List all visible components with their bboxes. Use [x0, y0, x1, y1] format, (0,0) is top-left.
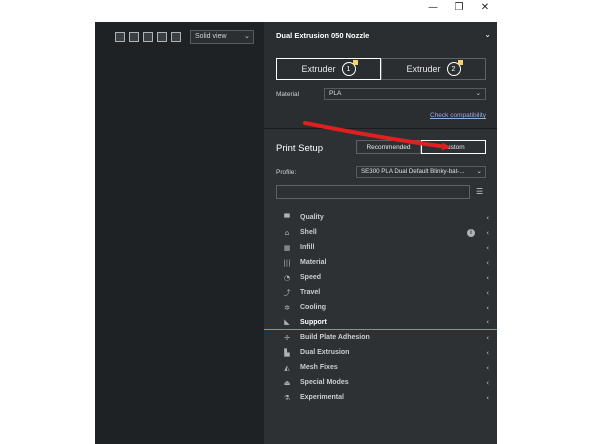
chevron-down-icon[interactable]: ⌄ — [484, 30, 491, 39]
adhesion-icon: ✛ — [284, 333, 290, 342]
custom-button[interactable]: Custom — [421, 140, 486, 154]
material-icon: ||| — [283, 258, 291, 267]
view-front-icon[interactable] — [129, 32, 139, 42]
category-quality[interactable]: ▀ Quality ‹ — [264, 210, 497, 225]
category-material[interactable]: ||| Material ‹ — [264, 255, 497, 270]
view-top-icon[interactable] — [143, 32, 153, 42]
category-label: Special Modes — [300, 379, 349, 386]
category-label: Speed — [300, 274, 322, 281]
category-cooling[interactable]: ✲ Cooling ‹ — [264, 300, 497, 315]
minimize-button[interactable]: — — [420, 0, 446, 14]
travel-icon: ⤴ — [283, 288, 291, 297]
infill-icon: ▦ — [283, 243, 291, 252]
extruder-number-badge: 1 — [341, 60, 358, 76]
maximize-button[interactable]: ❐ — [446, 0, 472, 14]
category-label: Travel — [300, 289, 321, 296]
shell-icon: ⌂ — [284, 228, 290, 237]
window-titlebar: — ❐ ✕ — [0, 0, 592, 22]
category-travel[interactable]: ⤴ Travel ‹ — [264, 285, 497, 300]
chevron-down-icon: ⌄ — [475, 90, 481, 97]
tab-extruder-1[interactable]: Extruder 1 — [276, 58, 381, 80]
support-icon: ◣ — [284, 318, 290, 326]
printer-title: Dual Extrusion 050 Nozzle — [276, 31, 370, 40]
category-experimental[interactable]: ⚗ Experimental ‹ — [264, 390, 497, 405]
category-special-modes[interactable]: ⏏ Special Modes ‹ — [264, 375, 497, 390]
category-label: Cooling — [300, 304, 327, 311]
hamburger-menu-icon[interactable]: ☰ — [476, 187, 483, 196]
setup-mode-toggle: Recommended Custom — [356, 140, 486, 154]
category-label: Mesh Fixes — [300, 364, 338, 371]
category-label: Material — [300, 259, 327, 266]
category-shell[interactable]: ⌂ Shell i ‹ — [264, 225, 497, 240]
printer-header[interactable]: Dual Extrusion 050 Nozzle ⌄ — [264, 22, 497, 48]
mesh-fixes-icon: ◭ — [284, 363, 290, 372]
material-value: PLA — [329, 90, 342, 97]
category-label: Shell — [300, 229, 317, 236]
cooling-fan-icon: ✲ — [284, 303, 290, 312]
chevron-left-icon: ‹ — [486, 213, 489, 222]
chevron-left-icon: ‹ — [486, 363, 489, 372]
print-setup-title: Print Setup — [276, 143, 323, 154]
chevron-left-icon: ‹ — [486, 303, 489, 312]
material-select[interactable]: PLA ⌄ — [324, 88, 486, 100]
dual-extrusion-icon: ▙ — [284, 348, 290, 357]
chevron-left-icon: ‹ — [486, 258, 489, 267]
material-label: Material — [276, 91, 300, 98]
special-modes-icon: ⏏ — [283, 378, 291, 387]
chevron-left-icon: ‹ — [486, 378, 489, 387]
3d-viewport[interactable]: Solid view ⌄ — [95, 22, 264, 444]
app-window: Solid view ⌄ Dual Extrusion 050 Nozzle ⌄… — [95, 22, 497, 444]
chevron-left-icon: ‹ — [486, 393, 489, 402]
chevron-left-icon: ‹ — [486, 288, 489, 297]
view-left-icon[interactable] — [157, 32, 167, 42]
extruder-tabs: Extruder 1 Extruder 2 — [276, 58, 486, 80]
view-3d-icon[interactable] — [115, 32, 125, 42]
extruder-label: Extruder — [301, 64, 336, 74]
category-label: Infill — [300, 244, 315, 251]
quality-icon: ▀ — [284, 213, 290, 222]
profile-select[interactable]: SE300 PLA Dual Default Blinky-bat-... ⌄ — [356, 166, 486, 178]
category-label: Build Plate Adhesion — [300, 334, 370, 341]
category-speed[interactable]: ◔ Speed ‹ — [264, 270, 497, 285]
experimental-flask-icon: ⚗ — [283, 393, 291, 402]
category-label: Support — [300, 318, 327, 326]
extruder-label: Extruder — [406, 64, 441, 74]
chevron-left-icon: ‹ — [486, 228, 489, 237]
chevron-left-icon: ‹ — [486, 333, 489, 342]
chevron-left-icon: ‹ — [486, 273, 489, 282]
info-icon[interactable]: i — [467, 228, 475, 237]
category-dual-extrusion[interactable]: ▙ Dual Extrusion ‹ — [264, 345, 497, 360]
check-compatibility-link[interactable]: Check compatibility — [430, 112, 486, 119]
view-toolbar — [115, 32, 181, 42]
category-support[interactable]: ◣ Support ‹ — [264, 315, 497, 330]
speed-icon: ◔ — [283, 273, 291, 282]
settings-category-list: ▀ Quality ‹ ⌂ Shell i ‹ ▦ Infill ‹ ||| M… — [264, 210, 497, 405]
chevron-down-icon: ⌄ — [476, 167, 482, 177]
settings-search-input[interactable] — [276, 185, 470, 199]
view-mode-value: Solid view — [195, 33, 227, 40]
category-label: Dual Extrusion — [300, 349, 350, 356]
extruder-number-badge: 2 — [446, 60, 463, 76]
chevron-left-icon: ‹ — [486, 318, 489, 326]
category-mesh-fixes[interactable]: ◭ Mesh Fixes ‹ — [264, 360, 497, 375]
view-right-icon[interactable] — [171, 32, 181, 42]
category-label: Quality — [300, 214, 324, 221]
category-infill[interactable]: ▦ Infill ‹ — [264, 240, 497, 255]
print-setup-section: Print Setup Recommended Custom Profile: … — [264, 129, 497, 444]
chevron-down-icon: ⌄ — [244, 33, 250, 40]
category-label: Experimental — [300, 394, 344, 401]
close-button[interactable]: ✕ — [472, 0, 498, 14]
chevron-left-icon: ‹ — [486, 348, 489, 357]
settings-panel: Dual Extrusion 050 Nozzle ⌄ Extruder 1 E… — [264, 22, 497, 444]
recommended-button[interactable]: Recommended — [356, 140, 421, 154]
category-build-plate-adhesion[interactable]: ✛ Build Plate Adhesion ‹ — [264, 330, 497, 345]
view-mode-select[interactable]: Solid view ⌄ — [190, 30, 254, 44]
tab-extruder-2[interactable]: Extruder 2 — [381, 58, 486, 80]
profile-value: SE300 PLA Dual Default Blinky-bat-... — [361, 168, 465, 175]
profile-label: Profile: — [276, 169, 297, 176]
chevron-left-icon: ‹ — [486, 243, 489, 252]
